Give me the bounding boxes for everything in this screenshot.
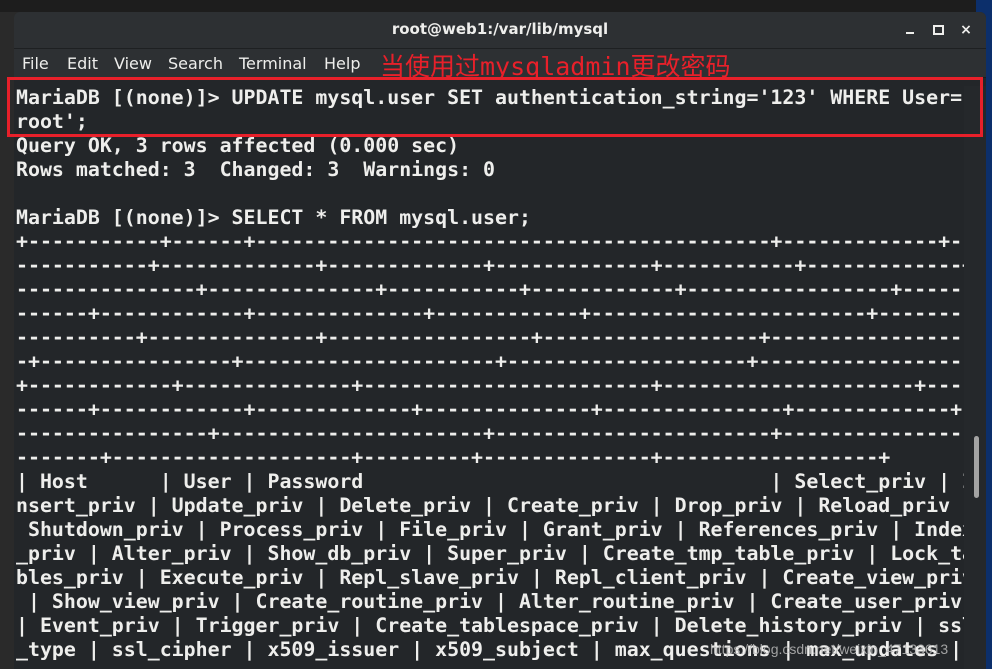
menu-terminal[interactable]: Terminal <box>239 54 307 73</box>
scrollbar-thumb[interactable] <box>974 436 979 498</box>
terminal-line: Shutdown_priv | Process_priv | File_priv… <box>16 518 964 541</box>
terminal-line: ---------------+--------------+---------… <box>16 278 964 301</box>
terminal-line: -+----------------+---------------------… <box>16 350 964 373</box>
title-bar[interactable]: root@web1:/var/lib/mysql × <box>14 12 986 49</box>
terminal-line: Query OK, 3 rows affected (0.000 sec) <box>16 134 460 157</box>
scrollbar[interactable] <box>964 86 986 669</box>
terminal-line: ----------------+----------------------+… <box>16 422 964 445</box>
terminal-line: ------+------------+--------------+-----… <box>16 302 964 325</box>
terminal-line: Rows matched: 3 Changed: 3 Warnings: 0 <box>16 158 496 181</box>
maximize-icon <box>932 25 944 35</box>
terminal-line: | Show_view_priv | Create_routine_priv |… <box>16 590 964 613</box>
terminal-line: | Event_priv | Trigger_priv | Create_tab… <box>16 614 964 637</box>
terminal-output[interactable]: MariaDB [(none)]> UPDATE mysql.user SET … <box>16 86 964 669</box>
menu-search[interactable]: Search <box>168 54 223 73</box>
menu-bar: File Edit View Search Terminal Help 当使用过… <box>14 49 986 81</box>
terminal-line: +-----------+------+--------------------… <box>16 230 964 253</box>
terminal-line: +------------+--------------+-----------… <box>16 374 964 397</box>
maximize-button[interactable] <box>926 18 950 42</box>
minimize-button[interactable] <box>898 18 922 42</box>
window-title: root@web1:/var/lib/mysql <box>391 20 609 38</box>
menu-help[interactable]: Help <box>324 54 360 73</box>
watermark: https://blog.csdn.net/weixin_47133613 <box>710 641 949 657</box>
terminal-line: ----------+--------------+--------------… <box>16 326 964 349</box>
annotation-highlight-box <box>7 77 983 137</box>
menu-edit[interactable]: Edit <box>67 54 98 73</box>
close-icon: × <box>960 22 972 38</box>
terminal-line: -----------+-------------+-------------+… <box>16 254 964 277</box>
menu-view[interactable]: View <box>114 54 152 73</box>
minimize-icon <box>906 32 914 34</box>
terminal-line: MariaDB [(none)]> SELECT * FROM mysql.us… <box>16 206 531 229</box>
terminal-line: _priv | Alter_priv | Show_db_priv | Supe… <box>16 542 964 565</box>
terminal-line: nsert_priv | Update_priv | Delete_priv |… <box>16 494 964 517</box>
desktop-background-top <box>0 0 992 12</box>
menu-file[interactable]: File <box>22 54 49 73</box>
terminal-line: -------+--------------------+---------+-… <box>16 446 891 469</box>
close-button[interactable]: × <box>954 18 978 42</box>
terminal-line: bles_priv | Execute_priv | Repl_slave_pr… <box>16 566 964 589</box>
terminal-line: | Host | User | Password | Select_priv |… <box>16 470 964 493</box>
terminal-line: ------+------------+-------------+------… <box>16 398 964 421</box>
